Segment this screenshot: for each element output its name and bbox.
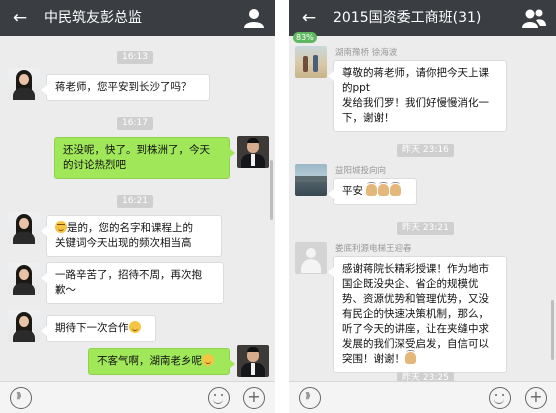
- clap-emoji-icon: [378, 182, 390, 196]
- plus-icon[interactable]: +: [243, 387, 265, 409]
- message-bubble[interactable]: 感谢蒋院长精彩授课！作为地市 国企既没央企、省企的规模优 势、资源优势和管理优势…: [328, 256, 507, 373]
- chat-title: 2015国资委工商班(31): [333, 10, 482, 26]
- input-bar: +: [0, 381, 275, 413]
- message-bubble[interactable]: 平安: [328, 178, 417, 205]
- back-arrow-icon[interactable]: ←: [297, 6, 321, 30]
- clap-emoji-icon: [366, 182, 378, 196]
- sender-name: 益阳城投向向: [335, 166, 387, 176]
- avatar[interactable]: [295, 164, 327, 196]
- left-chat-panel: ← 中民筑友彭总监 16:13 蒋老师，您平安到长沙了吗？ 16:17 还没呢，…: [0, 0, 275, 413]
- message-bubble[interactable]: 尊敬的蒋老师，请你把今天上课 的ppt 发给我们罗！我们好慢慢消化一 下，谢谢！: [328, 60, 507, 132]
- voice-icon[interactable]: [299, 387, 321, 409]
- left-title-bar: ← 中民筑友彭总监: [0, 0, 275, 36]
- smile-emoji-icon: [128, 321, 141, 333]
- chat-title: 中民筑友彭总监: [44, 10, 142, 26]
- avatar[interactable]: [8, 212, 40, 244]
- avatar[interactable]: [237, 345, 269, 377]
- avatar[interactable]: [295, 242, 327, 274]
- clap-emoji-icon: [405, 350, 416, 364]
- avatar[interactable]: [295, 46, 327, 78]
- percent-badge: 83%: [293, 32, 317, 43]
- message-bubble[interactable]: 是的，您的名字和课程上的 关键词今天出现的频次相当高: [41, 215, 222, 257]
- message-bubble[interactable]: 还没呢，快了。到株洲了，今天 的讨论热烈吧: [54, 137, 235, 179]
- group-icon[interactable]: [522, 8, 546, 28]
- input-bar: +: [289, 381, 556, 413]
- clap-emoji-icon: [390, 182, 402, 196]
- timestamp: 16:21: [117, 195, 153, 208]
- message-bubble[interactable]: 一路辛苦了，招待不周，再次抱 歉～: [41, 262, 224, 304]
- avatar[interactable]: [8, 263, 40, 295]
- emoji-icon[interactable]: [489, 387, 511, 409]
- plus-icon[interactable]: +: [525, 387, 547, 409]
- person-icon[interactable]: [243, 8, 265, 28]
- timestamp: 昨天 23:16: [397, 144, 454, 157]
- scrollbar[interactable]: [270, 160, 273, 220]
- timestamp: 昨天 23:21: [397, 222, 454, 235]
- back-arrow-icon[interactable]: ←: [8, 6, 32, 30]
- message-bubble[interactable]: 蒋老师，您平安到长沙了吗？: [41, 74, 210, 101]
- right-title-bar: ← 2015国资委工商班(31): [289, 0, 556, 36]
- timestamp: 16:13: [117, 51, 153, 64]
- smile-emoji-icon: [202, 354, 214, 366]
- voice-icon[interactable]: [10, 387, 32, 409]
- message-bubble[interactable]: 不客气啊，湖南老乡呢: [88, 348, 235, 375]
- emoji-icon[interactable]: [208, 387, 230, 409]
- avatar[interactable]: [8, 68, 40, 100]
- message-bubble[interactable]: 期待下一次合作: [41, 315, 156, 342]
- sender-name: 娄底利源电梯王迎春: [335, 244, 412, 254]
- avatar[interactable]: [237, 136, 269, 168]
- right-chat-panel: ← 2015国资委工商班(31) 83% 湖南豫桥 徐海波 尊敬的蒋老师，请你把…: [289, 0, 556, 413]
- thinking-emoji-icon: [55, 221, 67, 233]
- sender-name: 湖南豫桥 徐海波: [335, 48, 398, 58]
- timestamp: 16:17: [117, 117, 153, 130]
- scrollbar[interactable]: [551, 300, 554, 360]
- avatar[interactable]: [8, 310, 40, 342]
